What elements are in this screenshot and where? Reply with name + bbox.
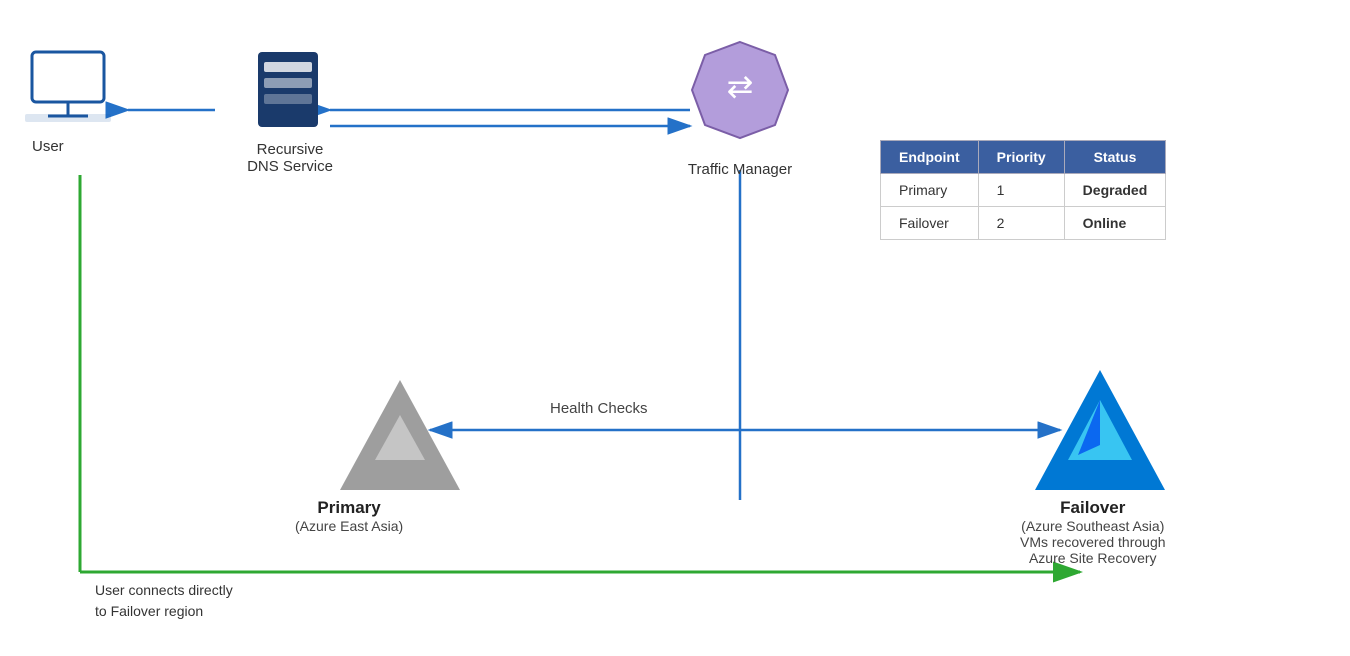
failover-region-label: Failover (Azure Southeast Asia) VMs reco… xyxy=(1020,498,1166,566)
traffic-manager-label: Traffic Manager xyxy=(640,155,840,178)
status-online: Online xyxy=(1064,207,1166,240)
svg-text:⇄: ⇄ xyxy=(727,68,754,104)
primary-region-label: Primary (Azure East Asia) xyxy=(295,498,403,534)
col-endpoint: Endpoint xyxy=(881,141,979,174)
recursive-dns-label: Recursive DNS Service xyxy=(230,135,350,175)
col-status: Status xyxy=(1064,141,1166,174)
status-degraded: Degraded xyxy=(1064,174,1166,207)
diagram: ⇄ User Recursive DNS Service Traffic Man… xyxy=(0,0,1350,656)
user-connects-label: User connects directly to Failover regio… xyxy=(95,580,233,622)
table-row: Failover 2 Online xyxy=(881,207,1166,240)
user-label: User xyxy=(32,132,64,155)
priority-1: 1 xyxy=(978,174,1064,207)
priority-2: 2 xyxy=(978,207,1064,240)
endpoint-failover: Failover xyxy=(881,207,979,240)
table-row: Primary 1 Degraded xyxy=(881,174,1166,207)
endpoint-primary: Primary xyxy=(881,174,979,207)
endpoint-table: Endpoint Priority Status Primary 1 Degra… xyxy=(880,140,1166,240)
col-priority: Priority xyxy=(978,141,1064,174)
health-checks-label: Health Checks xyxy=(550,400,648,417)
